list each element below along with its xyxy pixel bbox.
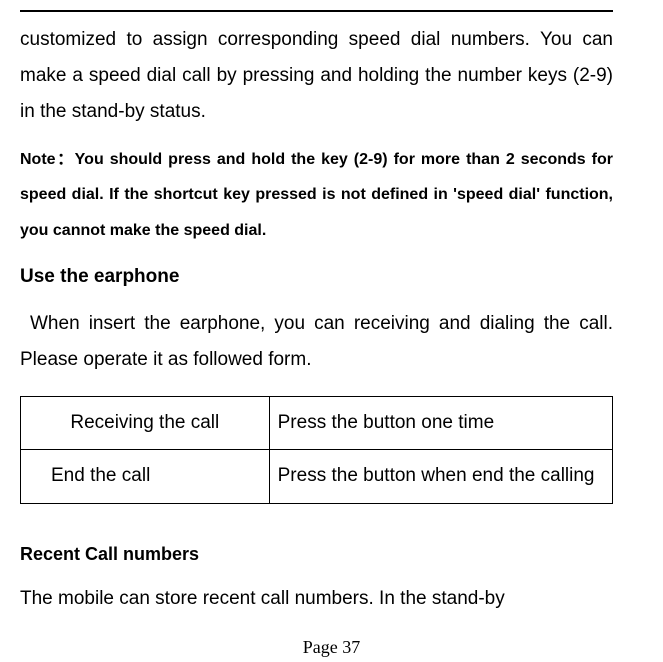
paragraph-recent-calls: The mobile can store recent call numbers… <box>20 583 613 615</box>
paragraph-speed-dial: customized to assign corresponding speed… <box>20 22 613 130</box>
table-cell-action: End the call <box>21 450 270 503</box>
table-row: Receiving the call Press the button one … <box>21 397 613 450</box>
table-row: End the call Press the button when end t… <box>21 450 613 503</box>
heading-recent-calls: Recent Call numbers <box>20 544 613 565</box>
table-cell-instruction: Press the button when end the calling <box>269 450 612 503</box>
table-cell-instruction: Press the button one time <box>269 397 612 450</box>
page-number: Page 37 <box>0 637 663 658</box>
note-text: Note：You should press and hold the key (… <box>20 142 613 248</box>
heading-use-earphone: Use the earphone <box>20 266 613 288</box>
page-content: customized to assign corresponding speed… <box>0 12 663 615</box>
paragraph-earphone: When insert the earphone, you can receiv… <box>20 306 613 378</box>
earphone-table: Receiving the call Press the button one … <box>20 396 613 504</box>
table-cell-action: Receiving the call <box>21 397 270 450</box>
